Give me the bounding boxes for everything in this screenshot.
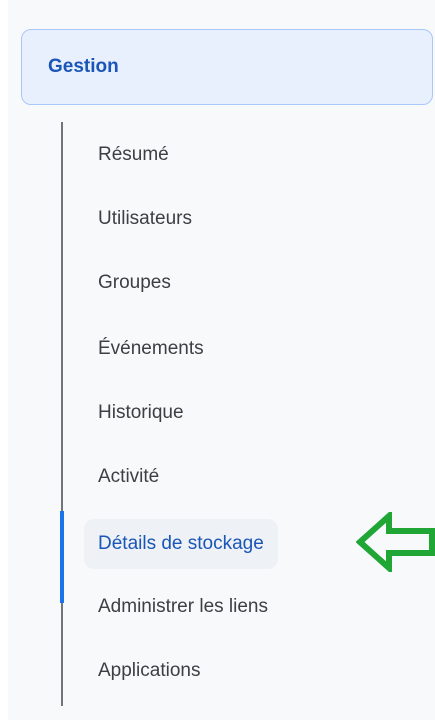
nav-item-label: Activité bbox=[98, 466, 160, 487]
nav-item-groupes[interactable]: Groupes bbox=[84, 259, 185, 307]
nav-item-label: Utilisateurs bbox=[98, 208, 192, 229]
nav-item-activite[interactable]: Activité bbox=[84, 453, 173, 501]
nav-item-administrer-les-liens[interactable]: Administrer les liens bbox=[84, 583, 282, 631]
nav-item-label: Groupes bbox=[98, 272, 171, 293]
nav-item-label: Applications bbox=[98, 660, 201, 681]
nav-item-utilisateurs[interactable]: Utilisateurs bbox=[84, 195, 206, 243]
nav-item-label: Événements bbox=[98, 338, 204, 359]
arrow-left-outline-icon bbox=[356, 512, 435, 572]
nav-item-evenements[interactable]: Événements bbox=[84, 325, 218, 373]
nav-item-applications[interactable]: Applications bbox=[84, 647, 214, 695]
nav-list: Résumé Utilisateurs Groupes Événements H… bbox=[0, 0, 435, 720]
nav-item-label: Historique bbox=[98, 402, 184, 423]
nav-item-details-de-stockage[interactable]: Détails de stockage bbox=[84, 519, 278, 569]
nav-item-historique[interactable]: Historique bbox=[84, 389, 198, 437]
nav-item-label: Détails de stockage bbox=[98, 533, 264, 554]
nav-item-label: Résumé bbox=[98, 144, 169, 165]
nav-item-label: Administrer les liens bbox=[98, 596, 268, 617]
nav-item-resume[interactable]: Résumé bbox=[84, 131, 183, 179]
page: Gestion Résumé Utilisateurs Groupes Évén… bbox=[0, 0, 435, 720]
